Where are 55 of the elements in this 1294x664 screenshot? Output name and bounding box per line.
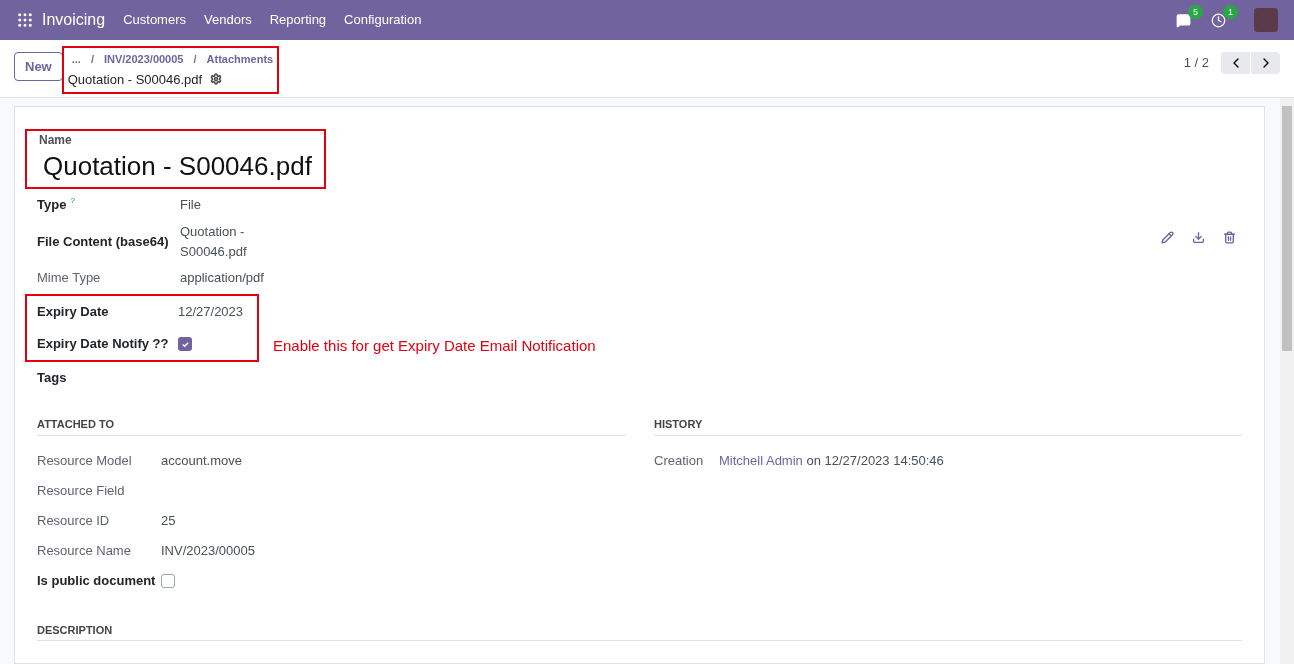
checkmark-icon xyxy=(180,339,190,349)
checkbox[interactable] xyxy=(161,573,175,588)
pager-value[interactable]: 1 / 2 xyxy=(1183,53,1209,73)
field-value: on 12/27/2023 14:50:46 xyxy=(806,452,944,468)
field-value: 25 xyxy=(161,511,176,530)
notification-badge: 5 xyxy=(1188,4,1203,19)
name-field[interactable]: Quotation - S00046.pdf xyxy=(39,149,312,183)
section-title: DESCRIPTION xyxy=(37,621,1242,641)
field-label: Name xyxy=(39,132,73,149)
field-label: Resource Field xyxy=(37,481,125,500)
next-button[interactable] xyxy=(1251,52,1280,74)
field-value: File xyxy=(180,196,201,215)
delete-icon[interactable] xyxy=(1223,231,1236,244)
edit-icon[interactable] xyxy=(1161,231,1174,244)
section-title: ATTACHED TO xyxy=(37,416,626,436)
field-label: Expiry Date Notify ?? xyxy=(37,335,169,354)
field-value: INV/2023/00005 xyxy=(161,541,255,560)
menu-item[interactable]: Reporting xyxy=(269,10,327,30)
field-label: Mime Type xyxy=(37,269,101,288)
breadcrumb-link[interactable]: Attachments xyxy=(206,51,274,68)
field-label: Expiry Date xyxy=(37,303,109,322)
field-value[interactable]: Quotation - S00046.pdf xyxy=(180,222,287,261)
menu-item[interactable]: Vendors xyxy=(204,10,252,30)
download-icon[interactable] xyxy=(1192,231,1205,244)
menu-item[interactable]: Customers xyxy=(123,10,186,30)
field-label: Is public document xyxy=(37,571,156,590)
breadcrumb-separator: / xyxy=(193,52,197,67)
checkbox[interactable] xyxy=(178,337,192,351)
menu-item[interactable]: Configuration xyxy=(344,10,422,30)
notification-badge: 1 xyxy=(1223,4,1238,19)
field-label: Resource Model xyxy=(37,451,132,470)
scrollbar[interactable] xyxy=(1280,98,1294,664)
previous-button[interactable] xyxy=(1221,52,1250,74)
field-value: application/pdf xyxy=(180,269,264,288)
help-tooltip[interactable]: ? xyxy=(70,195,75,208)
field-label: Resource ID xyxy=(37,511,110,530)
field-label: Tags xyxy=(37,369,67,388)
field-label: Type xyxy=(37,196,67,215)
field-value: account.move xyxy=(161,451,242,470)
settings-icon[interactable] xyxy=(210,73,223,86)
breadcrumb-link[interactable]: INV/2023/00005 xyxy=(103,51,184,68)
field-value: 12/27/2023 xyxy=(178,303,244,322)
breadcrumb-ellipsis[interactable]: ... xyxy=(71,51,81,68)
app-name[interactable]: Invoicing xyxy=(42,8,106,32)
clock-icon[interactable] xyxy=(1211,12,1226,28)
section-title: HISTORY xyxy=(654,416,1242,436)
field-label: Creation xyxy=(654,451,705,470)
chat-icon[interactable] xyxy=(1176,12,1191,28)
record-title: Quotation - S00046.pdf xyxy=(67,70,203,89)
annotation-text: Enable this for get Expiry Date Email Notification xyxy=(273,336,596,356)
field-label: Resource Name xyxy=(37,541,131,560)
user-link[interactable]: Mitchell Admin xyxy=(719,452,803,468)
field-label: File Content (base64) xyxy=(37,232,169,251)
breadcrumb-separator: / xyxy=(90,52,94,67)
apps-menu-icon[interactable] xyxy=(16,11,34,29)
